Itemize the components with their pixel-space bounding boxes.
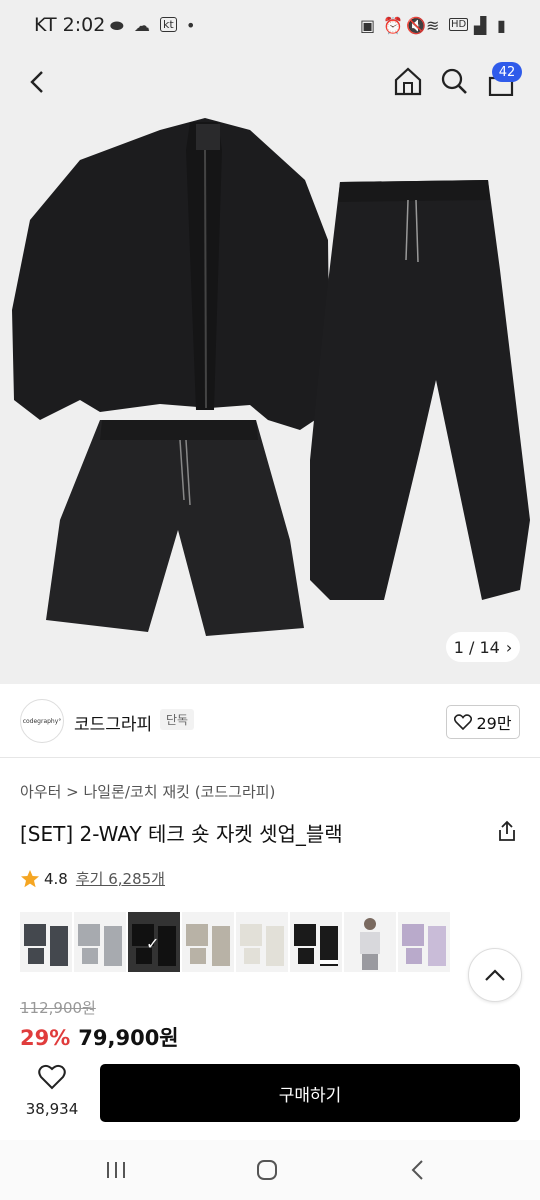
discount-rate: 29% [20, 1026, 71, 1050]
home-nav-icon[interactable] [256, 1159, 278, 1181]
home-button[interactable] [390, 64, 426, 98]
variant-image [24, 924, 68, 966]
hd-icon: HD [449, 18, 469, 31]
alarm-icon: ⏰ [383, 16, 403, 35]
variant-thumb-ivory[interactable] [236, 912, 288, 972]
signal-icon: ▟ [474, 16, 487, 35]
wifi-icon: ≋ [426, 16, 440, 35]
variant-thumb-charcoal[interactable] [20, 912, 72, 972]
variant-image [78, 924, 122, 966]
recent-apps-icon[interactable] [104, 1160, 128, 1180]
product-title: [SET] 2-WAY 테크 숏 자켓 셋업_블랙 [20, 822, 343, 846]
search-icon [441, 68, 467, 94]
back-nav-icon[interactable] [410, 1159, 426, 1181]
kt-icon: kt [160, 17, 177, 32]
search-button[interactable] [437, 64, 471, 98]
star-icon [21, 869, 39, 887]
wishlist-count: 38,934 [25, 1100, 79, 1118]
sale-price: 79,900원 [78, 1026, 179, 1050]
brand-like-count: 29만 [476, 714, 512, 733]
product-image-gallery[interactable] [0, 54, 540, 684]
chevron-right-icon: › [505, 637, 513, 657]
variant-image [294, 924, 338, 966]
variant-thumb-lavender[interactable] [398, 912, 450, 972]
price-row: 29% 79,900원 [20, 1022, 179, 1052]
share-icon [499, 820, 515, 841]
back-icon [30, 71, 43, 93]
variant-thumb-black-selected[interactable]: ✓ [128, 912, 180, 972]
divider [0, 757, 540, 758]
variant-thumb-gray[interactable] [74, 912, 126, 972]
review-count-link[interactable]: 후기 6,285개 [76, 868, 165, 889]
variant-thumbnails: ✓ [20, 912, 450, 972]
lock-icon: ▣ [360, 16, 376, 35]
pager-text: 1 / 14 [453, 637, 500, 657]
brand-logo[interactable]: codegraphy° [20, 699, 64, 743]
scroll-top-button[interactable] [468, 948, 522, 1002]
variant-thumb-beige[interactable] [182, 912, 234, 972]
mute-icon: 🔇 [406, 16, 426, 35]
heart-icon [454, 714, 473, 730]
back-button[interactable] [20, 66, 56, 98]
exclusive-tag: 단독 [160, 709, 195, 730]
home-icon [394, 67, 422, 96]
brand-row[interactable]: codegraphy° 코드그라피 단독 29만 [0, 690, 540, 756]
buy-button[interactable]: 구매하기 [100, 1064, 520, 1122]
variant-image [402, 924, 446, 966]
wishlist-button[interactable]: 38,934 [20, 1064, 84, 1122]
check-icon: ✓ [146, 934, 160, 953]
gallery-pager[interactable]: 1 / 14 › [446, 632, 520, 662]
variant-image [240, 924, 284, 966]
brand-like-button[interactable]: 29만 [446, 705, 520, 739]
original-price: 112,900원 [20, 999, 96, 1017]
variant-image [186, 924, 230, 966]
pill-icon: ⬬ [110, 16, 124, 35]
status-bar: KT 2:02 ⬬ ☁ kt • ▣ ⏰ 🔇 ≋ HD ▟ ▮ [0, 0, 540, 54]
brand-name[interactable]: 코드그라피 [74, 710, 152, 735]
battery-icon: ▮ [497, 16, 506, 35]
variant-image [360, 918, 380, 970]
product-photo [12, 118, 530, 636]
share-button[interactable] [496, 820, 518, 846]
variant-thumb-black-white[interactable] [290, 912, 342, 972]
breadcrumb[interactable]: 아우터 > 나일론/코치 재킷 (코드그라피) [20, 781, 275, 802]
cart-count-badge: 42 [492, 62, 522, 82]
heart-icon [38, 1064, 66, 1090]
rating-value: 4.8 [44, 869, 68, 888]
dot-icon: • [186, 16, 196, 35]
chevron-up-icon [485, 969, 505, 981]
cloud-icon: ☁ [134, 16, 150, 35]
variant-thumb-model[interactable] [344, 912, 396, 972]
status-time: KT 2:02 [34, 14, 106, 36]
rating-row[interactable]: 4.8 후기 6,285개 [20, 868, 165, 889]
system-nav-bar [0, 1140, 540, 1200]
